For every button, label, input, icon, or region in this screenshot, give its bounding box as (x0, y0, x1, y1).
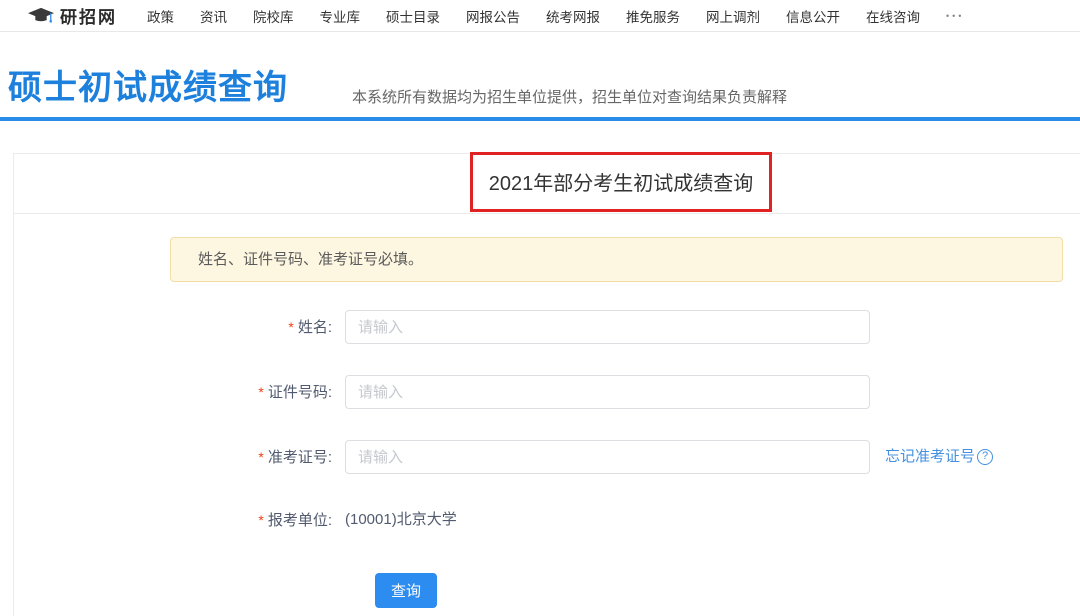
question-circle-icon: ? (977, 449, 993, 465)
nav-item-info-disclosure[interactable]: 信息公开 (786, 6, 840, 26)
nav-more-button[interactable]: ••• (946, 11, 964, 21)
nav-item-online-adjustment[interactable]: 网上调剂 (706, 6, 760, 26)
ticket-number-field-label: * 准考证号: (0, 440, 332, 474)
card-header: 2021年部分考生初试成绩查询 (14, 154, 1080, 214)
main-nav: 政策 资讯 院校库 专业库 硕士目录 网报公告 统考网报 推免服务 网上调剂 信… (147, 6, 964, 26)
page-subtitle: 本系统所有数据均为招生单位提供，招生单位对查询结果负责解释 (352, 86, 787, 107)
required-mark: * (258, 512, 263, 528)
forgot-ticket-link[interactable]: 忘记准考证号? (885, 440, 993, 474)
forgot-ticket-link-text: 忘记准考证号 (885, 440, 975, 474)
graduation-cap-icon (28, 7, 54, 25)
nav-item-online-consult[interactable]: 在线咨询 (866, 6, 920, 26)
ticket-number-input[interactable] (345, 440, 870, 474)
unit-label-text: 报考单位: (268, 512, 332, 529)
name-label-text: 姓名: (298, 319, 332, 336)
page: 研招网 政策 资讯 院校库 专业库 硕士目录 网报公告 统考网报 推免服务 网上… (0, 0, 1080, 616)
id-number-input[interactable] (345, 375, 870, 409)
nav-item-unified-exam-registration[interactable]: 统考网报 (546, 6, 600, 26)
name-field-label: * 姓名: (0, 310, 332, 344)
notice-alert: 姓名、证件号码、准考证号必填。 (170, 237, 1063, 282)
required-mark: * (288, 319, 293, 335)
query-button[interactable]: 查询 (375, 573, 437, 608)
ticket-number-label-text: 准考证号: (268, 449, 332, 466)
unit-value: (10001)北京大学 (345, 503, 457, 537)
id-number-field-label: * 证件号码: (0, 375, 332, 409)
form-row-ticket-number: * 准考证号: 忘记准考证号? (0, 440, 1080, 474)
site-logo[interactable]: 研招网 (28, 3, 117, 28)
nav-item-master-catalog[interactable]: 硕士目录 (386, 6, 440, 26)
nav-item-news[interactable]: 资讯 (200, 6, 227, 26)
form-row-unit: * 报考单位: (10001)北京大学 (0, 503, 1080, 537)
page-title: 硕士初试成绩查询 (8, 60, 288, 109)
nav-item-registration-notice[interactable]: 网报公告 (466, 6, 520, 26)
top-navbar: 研招网 政策 资讯 院校库 专业库 硕士目录 网报公告 统考网报 推免服务 网上… (0, 0, 1080, 32)
card-title: 2021年部分考生初试成绩查询 (489, 154, 754, 214)
nav-item-college-library[interactable]: 院校库 (253, 6, 294, 26)
unit-field-label: * 报考单位: (0, 503, 332, 537)
notice-text: 姓名、证件号码、准考证号必填。 (198, 238, 1062, 281)
nav-item-major-library[interactable]: 专业库 (320, 6, 361, 26)
form-row-id-number: * 证件号码: (0, 375, 1080, 409)
required-mark: * (258, 449, 263, 465)
name-input[interactable] (345, 310, 870, 344)
nav-item-policy[interactable]: 政策 (147, 6, 174, 26)
divider-line (0, 117, 1080, 121)
logo-text: 研招网 (60, 3, 117, 28)
required-mark: * (258, 384, 263, 400)
nav-item-exemption-service[interactable]: 推免服务 (626, 6, 680, 26)
id-number-label-text: 证件号码: (268, 384, 332, 401)
form-row-name: * 姓名: (0, 310, 1080, 344)
